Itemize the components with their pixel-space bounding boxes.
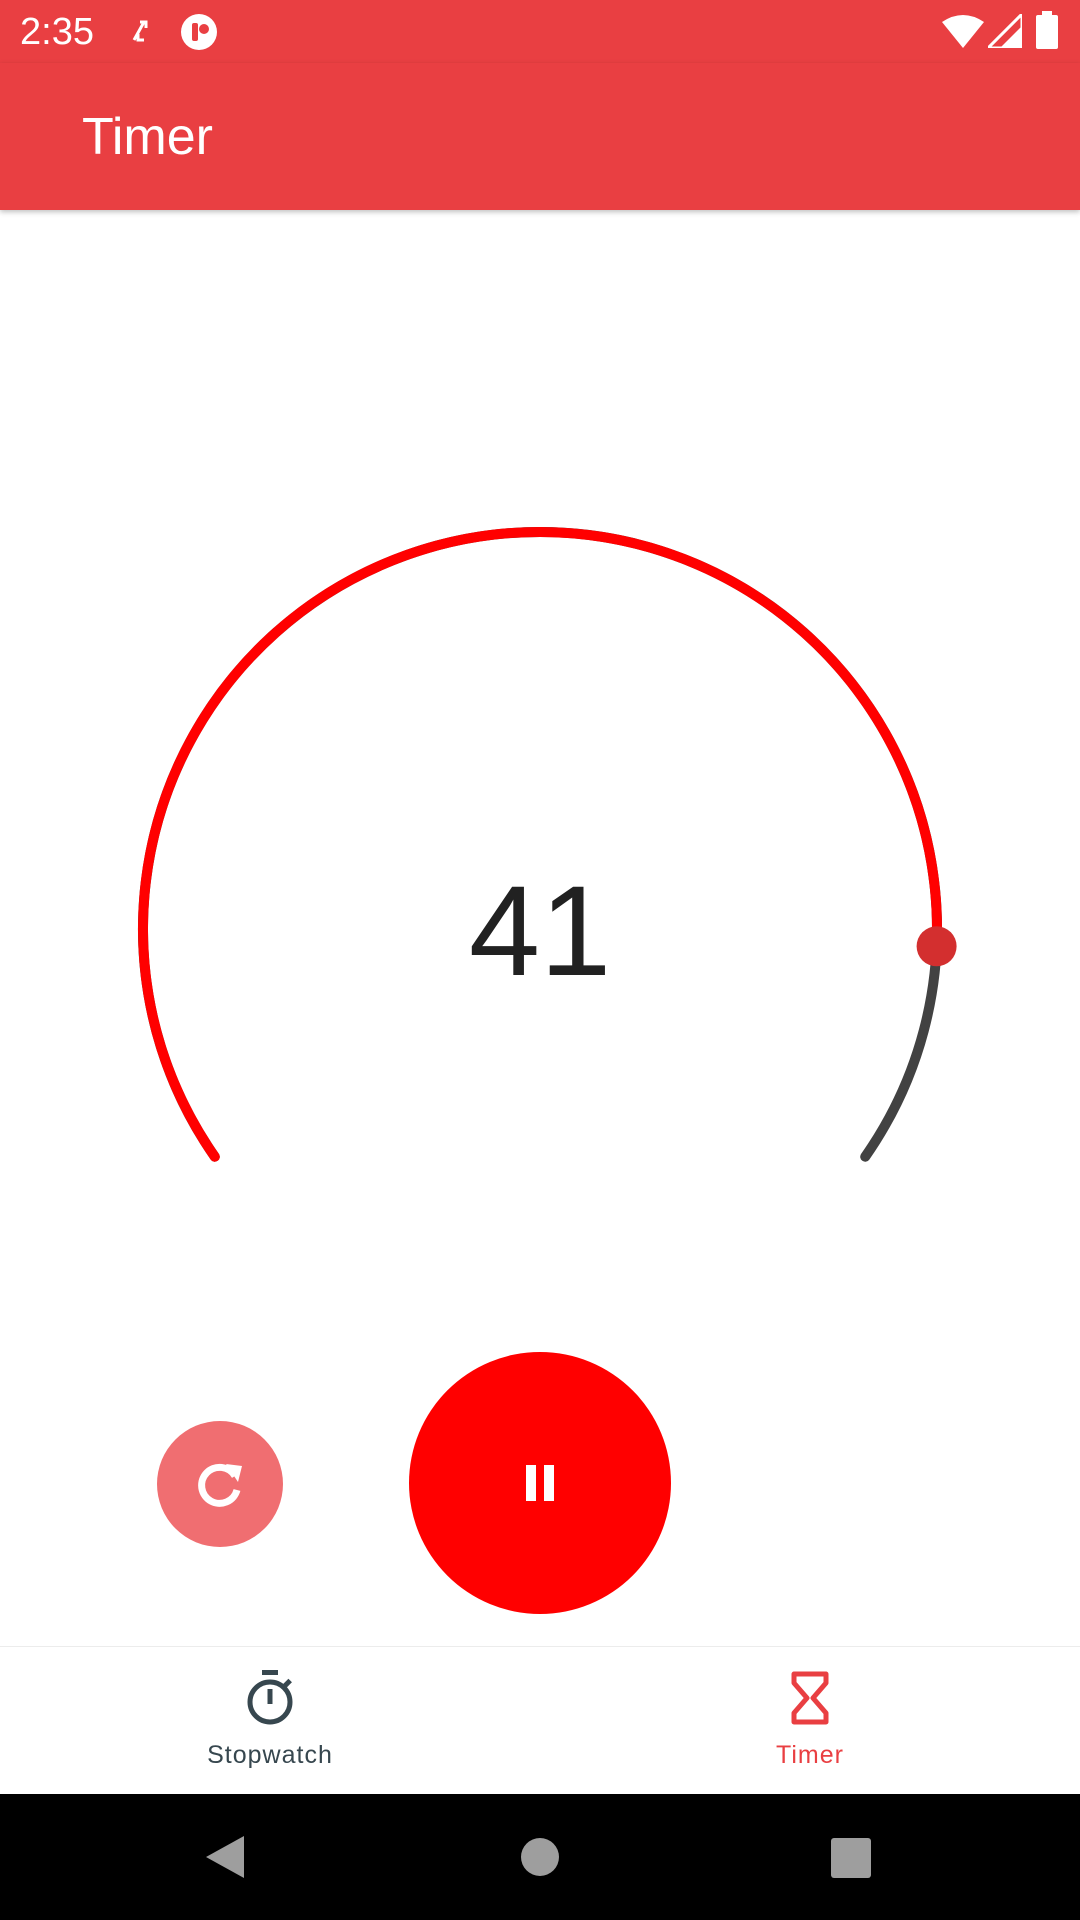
reset-button[interactable]: [157, 1421, 283, 1547]
system-nav-bar: [0, 1794, 1080, 1920]
timer-track-arc: [138, 527, 942, 1162]
recents-icon[interactable]: [831, 1838, 871, 1878]
timer-progress-arc: [138, 526, 942, 1162]
home-icon[interactable]: [521, 1838, 559, 1876]
back-icon[interactable]: [204, 1834, 246, 1880]
nav-label-stopwatch: Stopwatch: [207, 1741, 333, 1769]
bottom-nav: Stopwatch Timer: [0, 1646, 1080, 1795]
pause-button[interactable]: [409, 1352, 671, 1614]
pause-icon: [526, 1465, 554, 1501]
nav-item-stopwatch[interactable]: Stopwatch: [0, 1647, 540, 1795]
hourglass-icon: [791, 1671, 829, 1725]
refresh-icon: [198, 1463, 242, 1507]
timer-thumb[interactable]: [916, 926, 957, 967]
timer-value: 41: [468, 860, 612, 1003]
nav-item-timer[interactable]: Timer: [540, 1647, 1080, 1795]
stopwatch-icon: [247, 1670, 293, 1725]
nav-label-timer: Timer: [776, 1741, 844, 1769]
timer-dial[interactable]: [0, 0, 1080, 1360]
